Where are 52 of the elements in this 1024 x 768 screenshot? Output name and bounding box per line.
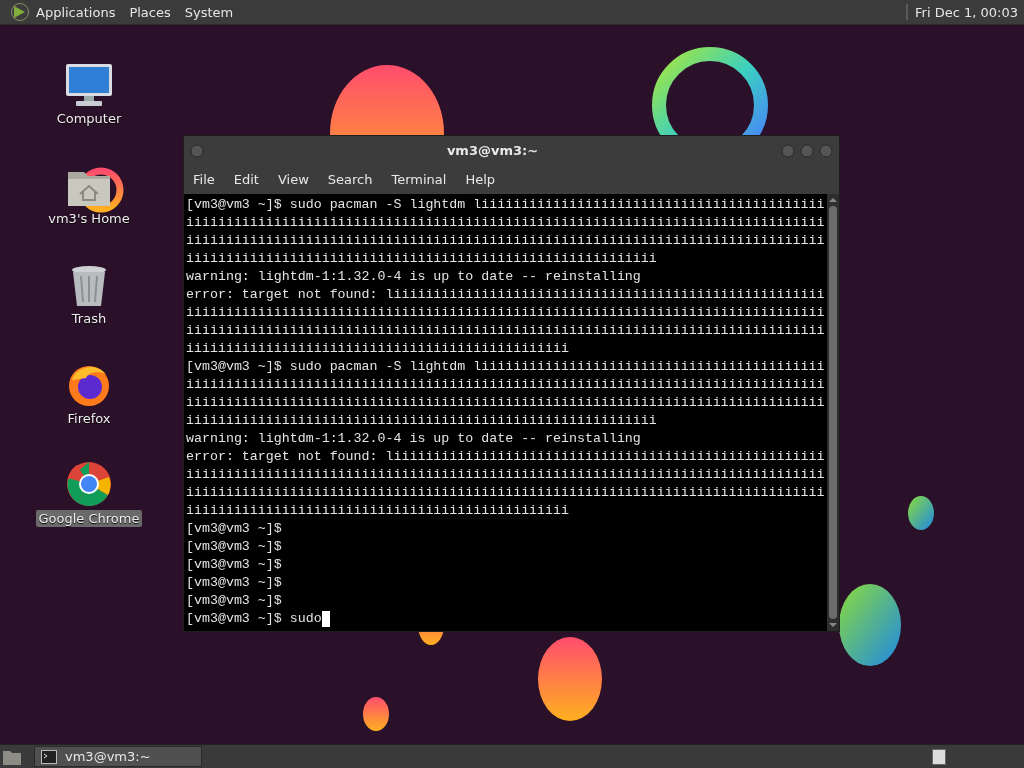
terminal-line: iiiiiiiiiiiiiiiiiiiiiiiiiiiiiiiiiiiiiiiiiiiiiiiiiiiiiiiiiiiiiiiiiiiiiiiiiiiiiiii [186,214,825,232]
terminal-line: iiiiiiiiiiiiiiiiiiiiiiiiiiiiiiiiiiiiiiiiiiiiiiiiiiiiiiiiiiiiiiiiiiiiiiiiiiiiiiii [186,304,825,322]
terminal-line: warning: lightdm-1:1.32.0-4 is up to date -- reinstalling [186,430,641,448]
menu-item[interactable]: File [193,172,225,187]
icon-label[interactable]: Firefox [64,410,114,427]
scroll-up-icon[interactable] [828,197,838,203]
terminal-line: iiiiiiiiiiiiiiiiiiiiiiiiiiiiiiiiiiiiiiiiiiiiiiiiiiiiiiiiiii [186,250,657,268]
terminal-line: [vm3@vm3 ~]$ [186,538,282,556]
terminal-line: [vm3@vm3 ~]$ [186,556,282,574]
task-button[interactable]: vm3@vm3:~ [34,746,202,767]
icon-label[interactable]: Google Chrome [35,510,143,527]
scrollbar[interactable] [827,194,839,631]
terminal-line: [vm3@vm3 ~]$ [186,520,282,538]
menu-item[interactable]: Edit [233,172,269,187]
window-title: vm3@vm3:~ [445,143,540,158]
terminal-line: warning: lightdm-1:1.32.0-4 is up to date -- reinstalling [186,268,641,286]
terminal-line: [vm3@vm3 ~]$ sudo pacman -S lightdm liiiiiiiiiiiiiiiiiiiiiiiiiiiiiiiiiiiiiiiiiii [186,196,825,214]
icon-label[interactable]: vm3's Home [45,210,133,227]
terminal-line: iiiiiiiiiiiiiiiiiiiiiiiiiiiiiiiiiiiiiiiiiiiiiiiiiiiiiiiiiiiiiiiiiiiiiiiiiiiiiiii [186,394,825,412]
grip-icon [905,3,910,21]
icon-label[interactable]: Trash [68,310,110,327]
terminal-line: [vm3@vm3 ~]$ sudo [186,610,322,628]
scroll-down-icon[interactable] [828,622,838,628]
workspace-icon[interactable] [932,748,946,765]
trash-icon[interactable] [69,264,109,308]
panel-menu[interactable]: System [184,4,234,20]
computer-icon[interactable] [64,62,114,108]
terminal-line: iiiiiiiiiiiiiiiiiiiiiiiiiiiiiiiiiiiiiiiiiiiiiiiiiiiiiiiiiii [186,412,657,430]
terminal-line: iiiiiiiiiiiiiiiiiiiiiiiiiiiiiiiiiiiiiiiiiiiiiiiiiiiiiiiiiiiiiiiiiiiiiiiiiiiiiiii [186,376,825,394]
terminal-line: [vm3@vm3 ~]$ [186,574,282,592]
play-logo-icon[interactable] [10,2,30,22]
menu-item[interactable]: View [277,172,319,187]
terminal-line: error: target not found: liiiiiiiiiiiiiiiiiiiiiiiiiiiiiiiiiiiiiiiiiiiiiiiiiiiiii [186,448,825,466]
scroll-thumb[interactable] [829,206,837,619]
menu-item[interactable]: Terminal [391,172,457,187]
terminal-line: [vm3@vm3 ~]$ sudo pacman -S lightdm liiiiiiiiiiiiiiiiiiiiiiiiiiiiiiiiiiiiiiiiiii [186,358,825,376]
terminal-line: iiiiiiiiiiiiiiiiiiiiiiiiiiiiiiiiiiiiiiiiiiiiiiii [186,502,569,520]
panel-menu[interactable]: Places [129,4,171,20]
terminal-line: iiiiiiiiiiiiiiiiiiiiiiiiiiiiiiiiiiiiiiiiiiiiiiiiiiiiiiiiiiiiiiiiiiiiiiiiiiiiiiii [186,466,825,484]
menu-item[interactable]: Help [465,172,506,187]
terminal-line: error: target not found: liiiiiiiiiiiiiiiiiiiiiiiiiiiiiiiiiiiiiiiiiiiiiiiiiiiiii [186,286,825,304]
terminal-icon [41,749,57,764]
terminal-line: [vm3@vm3 ~]$ [186,592,282,610]
terminal-line: iiiiiiiiiiiiiiiiiiiiiiiiiiiiiiiiiiiiiiiiiiiiiiiiiiiiiiiiiiiiiiiiiiiiiiiiiiiiiiii [186,484,825,502]
terminal-line: iiiiiiiiiiiiiiiiiiiiiiiiiiiiiiiiiiiiiiiiiiiiiiiiiiiiiiiiiiiiiiiiiiiiiiiiiiiiiiii [186,322,825,340]
panel-menu[interactable]: Applications [36,4,116,20]
clock[interactable]: Fri Dec 1, 00:03 [915,4,1018,20]
chrome-icon[interactable] [65,460,113,508]
icon-label[interactable]: Computer [53,110,125,127]
menu-item[interactable]: Search [327,172,383,187]
terminal-line: iiiiiiiiiiiiiiiiiiiiiiiiiiiiiiiiiiiiiiiiiiiiiiii [186,340,569,358]
terminal-line: iiiiiiiiiiiiiiiiiiiiiiiiiiiiiiiiiiiiiiiiiiiiiiiiiiiiiiiiiiiiiiiiiiiiiiiiiiiiiiii [186,232,825,250]
